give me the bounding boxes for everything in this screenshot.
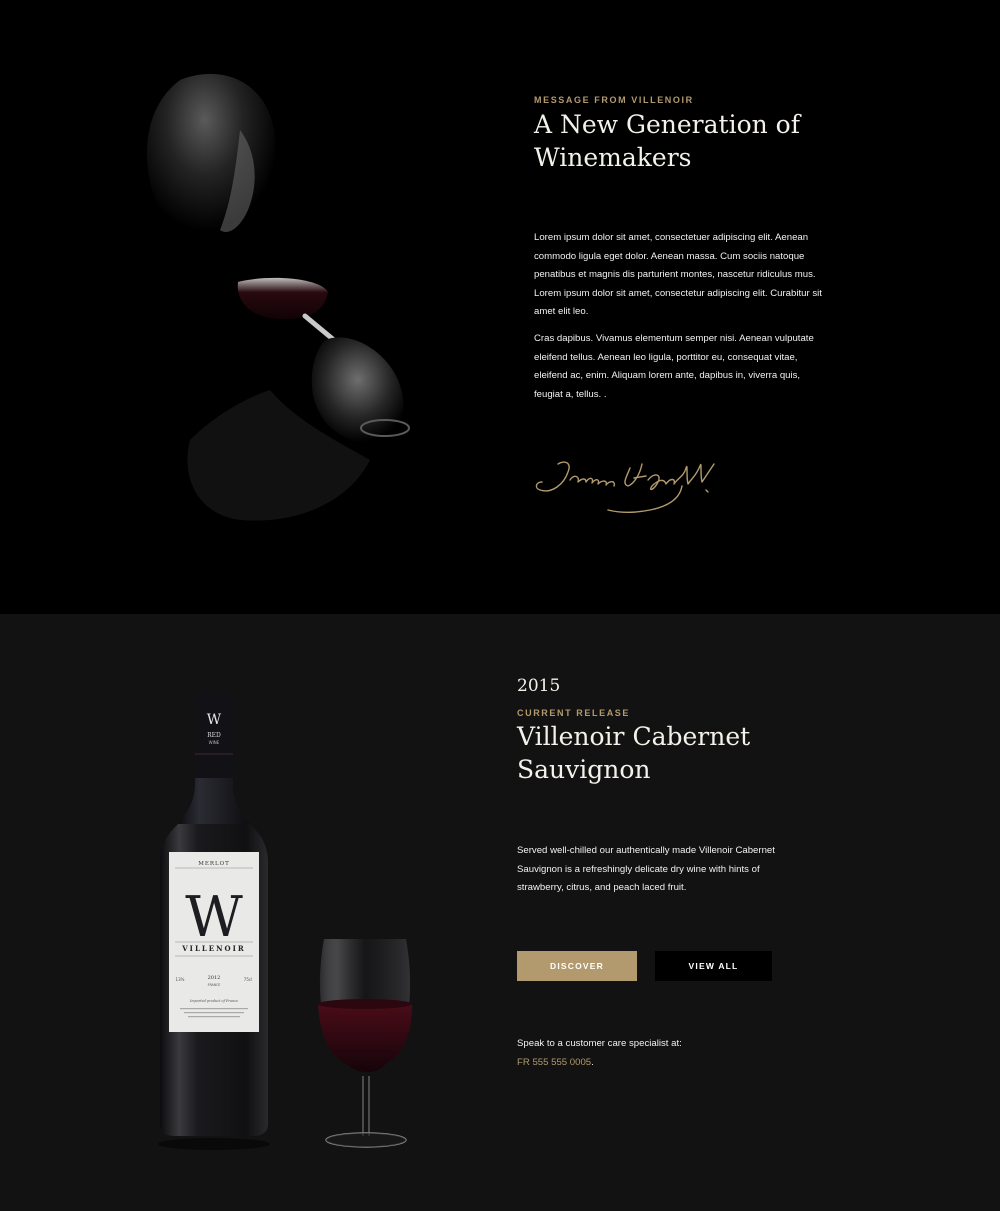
customer-care-contact: FR 555 555 0005. (517, 1054, 594, 1073)
signature-image (535, 461, 715, 513)
message-title: A New Generation of Winemakers (534, 110, 800, 172)
message-eyebrow: MESSAGE FROM VILLENOIR (534, 95, 694, 105)
phone-period: . (591, 1057, 594, 1068)
neck-text-1: RED (207, 732, 221, 739)
message-section: MESSAGE FROM VILLENOIR A New Generation … (0, 0, 1000, 614)
label-volume: 75cl (244, 977, 252, 982)
wine-taster-image (146, 73, 410, 521)
label-abv: 13% (176, 977, 185, 982)
release-eyebrow: CURRENT RELEASE (517, 708, 631, 718)
label-tagline: Imported product of France (189, 999, 238, 1003)
customer-care-label: Speak to a customer care specialist at: (517, 1038, 682, 1049)
label-variety: MERLOT (198, 861, 230, 867)
neck-monogram: W (207, 712, 222, 728)
neck-text-2: WINE (209, 740, 220, 745)
customer-care-phone-link[interactable]: FR 555 555 0005 (517, 1057, 591, 1068)
label-brand: VILLENOIR (181, 944, 245, 953)
release-title: Villenoir Cabernet Sauvignon (517, 722, 751, 784)
label-origin: FRANCE (208, 983, 221, 987)
release-year: 2015 (517, 676, 561, 696)
release-description: Served well-chilled our authentically ma… (517, 845, 775, 894)
discover-button[interactable]: DISCOVER (517, 951, 637, 981)
release-section: W RED WINE MERLOT W VILLENOIR 13% 2012 F… (0, 614, 1000, 1211)
view-all-button[interactable]: VIEW ALL (655, 951, 772, 981)
message-paragraph-2: Cras dapibus. Vivamus elementum semper n… (534, 333, 814, 400)
product-image: W RED WINE MERLOT W VILLENOIR 13% 2012 F… (158, 692, 412, 1150)
message-paragraph-1: Lorem ipsum dolor sit amet, consectetuer… (534, 232, 822, 318)
label-monogram: W (185, 885, 243, 950)
label-year: 2012 (208, 975, 221, 981)
